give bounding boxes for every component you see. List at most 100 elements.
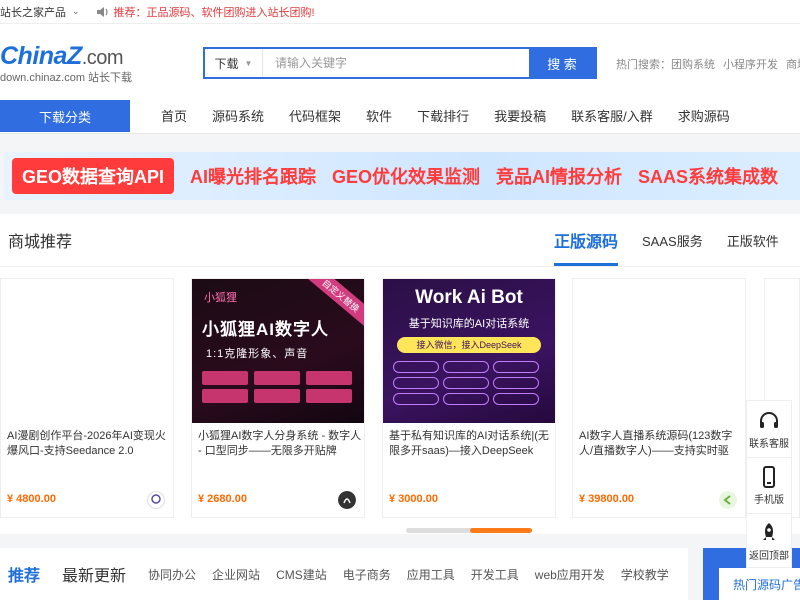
category-link[interactable]: 学校教学 xyxy=(621,566,669,583)
thumb-features xyxy=(202,371,362,403)
product-thumbnail xyxy=(573,279,745,423)
seller-avatar-icon xyxy=(147,491,165,509)
promo-prefix: 推荐： xyxy=(113,6,147,19)
tab-latest[interactable]: 最新更新 xyxy=(62,562,126,586)
site-logo[interactable]: ChinaZ.com down.chinaz.com 站长下载 xyxy=(0,42,160,86)
feature-pill xyxy=(443,361,489,373)
hot-searches-label: 热门搜索： xyxy=(616,59,671,71)
category-link[interactable]: 开发工具 xyxy=(471,566,519,583)
category-link[interactable]: 电子商务 xyxy=(343,566,391,583)
mall-tabs: 正版源码 SAAS服务 正版软件 推 xyxy=(554,214,800,266)
feature-pill xyxy=(493,393,539,405)
thumb-headline: 小狐狸AI数字人 xyxy=(202,320,329,339)
side-widget: 联系客服 手机版 返回顶部 xyxy=(746,400,792,568)
logo-text: ChinaZ xyxy=(0,42,82,70)
nav-link-framework[interactable]: 代码框架 xyxy=(289,106,341,125)
banner-item: GEO优化效果监测 xyxy=(332,167,481,187)
hot-term[interactable]: 小程序开发 xyxy=(723,59,778,71)
product-card[interactable]: 小狐狸 自定义替换 小狐狸AI数字人 1:1克隆形象、声音 小狐狸AI数字人分身… xyxy=(191,278,365,518)
thumb-headline: Work Ai Bot xyxy=(415,287,523,308)
logo-suffix: .com xyxy=(81,47,124,69)
side-label: 手机版 xyxy=(754,495,784,506)
product-thumbnail xyxy=(1,279,173,423)
mobile-version-button[interactable]: 手机版 xyxy=(747,457,791,513)
mall-recommendations: 商城推荐 正版源码 SAAS服务 正版软件 推 AI漫剧创作平台-2026年AI… xyxy=(0,214,800,534)
banner-item: SAAS系统集成数 xyxy=(638,167,779,187)
category-link[interactable]: CMS建站 xyxy=(276,566,327,583)
feature-pill xyxy=(493,361,539,373)
product-name: 小狐狸AI数字人分身系统 - 数字人 - 口型同步——无限多开贴牌 xyxy=(198,430,362,457)
feature-pill xyxy=(393,361,439,373)
tab-recommend[interactable]: 推荐 xyxy=(8,562,40,586)
product-name: 基于私有知识库的AI对话系统|(无限多开saas)—接入DeepSeek xyxy=(389,430,549,457)
thumb-brand: 小狐狸 xyxy=(204,292,237,304)
product-card[interactable]: Work Ai Bot 基于知识库的AI对话系统 接入微信，接入DeepSeek… xyxy=(382,278,556,518)
nav-link-wanted[interactable]: 求购源码 xyxy=(678,106,730,125)
divider xyxy=(0,266,800,267)
nav-link-ranking[interactable]: 下载排行 xyxy=(417,106,469,125)
banner-item: AI曝光排名跟踪 xyxy=(190,167,317,187)
product-price: ¥ 39800.00 xyxy=(579,493,635,505)
search-input[interactable] xyxy=(263,49,529,77)
banner-item: 竞品AI情报分析 xyxy=(496,167,623,187)
section-title: 商城推荐 xyxy=(8,234,73,251)
nav-links: 首页 源码系统 代码框架 软件 下载排行 我要投稿 联系客服/入群 求购源码 xyxy=(161,96,755,134)
hot-term[interactable]: 商城系统 xyxy=(786,59,800,71)
hot-source-ad-label: 热门源码广告 xyxy=(719,568,800,600)
speaker-icon xyxy=(96,6,108,17)
category-link[interactable]: 企业网站 xyxy=(212,566,260,583)
tab-licensed-software[interactable]: 正版软件 xyxy=(727,231,779,250)
latest-categories: 协同办公 企业网站 CMS建站 电子商务 应用工具 开发工具 web应用开发 学… xyxy=(148,566,685,583)
logo-subtitle: down.chinaz.com 站长下载 xyxy=(0,72,133,84)
caret-down-icon: ▼ xyxy=(244,58,253,68)
header: ChinaZ.com down.chinaz.com 站长下载 下载 ▼ 搜 索… xyxy=(0,24,800,96)
product-name: AI数字人直播系统源码(123数字人/直播数字人)——支持实时驱 xyxy=(579,430,733,457)
nav-link-software[interactable]: 软件 xyxy=(366,106,392,125)
product-card[interactable]: AI数字人直播系统源码(123数字人/直播数字人)——支持实时驱 ¥ 39800… xyxy=(572,278,746,518)
feature-pill xyxy=(306,389,352,403)
feature-pill xyxy=(393,393,439,405)
promo-link[interactable]: 正品源码、软件团购进入站长团购! xyxy=(147,4,315,20)
product-card[interactable]: AI漫剧创作平台-2026年AI变现火爆风口-支持Seedance 2.0 ¥ … xyxy=(0,278,174,518)
side-label: 联系客服 xyxy=(749,438,789,450)
products-menu-label: 站长之家产品 xyxy=(0,6,66,19)
products-menu[interactable]: 站长之家产品 ⌄ xyxy=(0,4,80,20)
search-button[interactable]: 搜 索 xyxy=(529,49,595,77)
product-price: ¥ 3000.00 xyxy=(389,493,438,505)
feature-pill xyxy=(202,389,248,403)
nav-link-contact[interactable]: 联系客服/入群 xyxy=(571,106,653,125)
contact-support-button[interactable]: 联系客服 xyxy=(747,401,791,457)
product-thumbnail: 小狐狸 自定义替换 小狐狸AI数字人 1:1克隆形象、声音 xyxy=(192,279,364,423)
category-link[interactable]: web应用开发 xyxy=(535,566,605,583)
back-to-top-button[interactable]: 返回顶部 xyxy=(747,513,791,569)
category-link[interactable]: 应用工具 xyxy=(407,566,455,583)
seller-avatar-icon xyxy=(719,491,737,509)
product-price: ¥ 2680.00 xyxy=(198,493,247,505)
download-categories-button[interactable]: 下载分类 xyxy=(0,100,130,132)
rocket-icon xyxy=(763,523,775,540)
carousel-scroll-thumb[interactable] xyxy=(470,528,532,533)
hot-term[interactable]: 团购系统 xyxy=(671,59,715,71)
latest-section-tabs: 推荐 最新更新 协同办公 企业网站 CMS建站 电子商务 应用工具 开发工具 w… xyxy=(0,548,688,600)
nav-link-source[interactable]: 源码系统 xyxy=(212,106,264,125)
product-thumbnail: Work Ai Bot 基于知识库的AI对话系统 接入微信，接入DeepSeek xyxy=(383,279,555,423)
product-name: AI漫剧创作平台-2026年AI变现火爆风口-支持Seedance 2.0 xyxy=(7,430,166,457)
nav-link-submit[interactable]: 我要投稿 xyxy=(494,106,546,125)
search-category-select[interactable]: 下载 ▼ xyxy=(205,49,263,77)
headset-icon xyxy=(760,411,778,428)
search-bar: 下载 ▼ 搜 索 xyxy=(203,47,597,79)
product-price: ¥ 4800.00 xyxy=(7,493,56,505)
feature-pill xyxy=(202,371,248,385)
nav-link-home[interactable]: 首页 xyxy=(161,106,187,125)
category-link[interactable]: 协同办公 xyxy=(148,566,196,583)
search-category-value: 下载 xyxy=(214,56,239,71)
carousel-scrollbar[interactable] xyxy=(406,528,532,533)
feature-pill xyxy=(393,377,439,389)
tab-licensed-source[interactable]: 正版源码 xyxy=(554,214,619,266)
hot-searches: 热门搜索：团购系统小程序开发商城系统 xyxy=(616,56,800,72)
ad-banner[interactable]: GEO数据查询API AI曝光排名跟踪 GEO优化效果监测 竞品AI情报分析 S… xyxy=(4,152,800,200)
banner-tag: GEO数据查询API xyxy=(12,158,175,194)
feature-pill xyxy=(443,377,489,389)
main-nav: 下载分类 首页 源码系统 代码框架 软件 下载排行 我要投稿 联系客服/入群 求… xyxy=(0,96,800,134)
tab-saas[interactable]: SAAS服务 xyxy=(642,231,703,250)
